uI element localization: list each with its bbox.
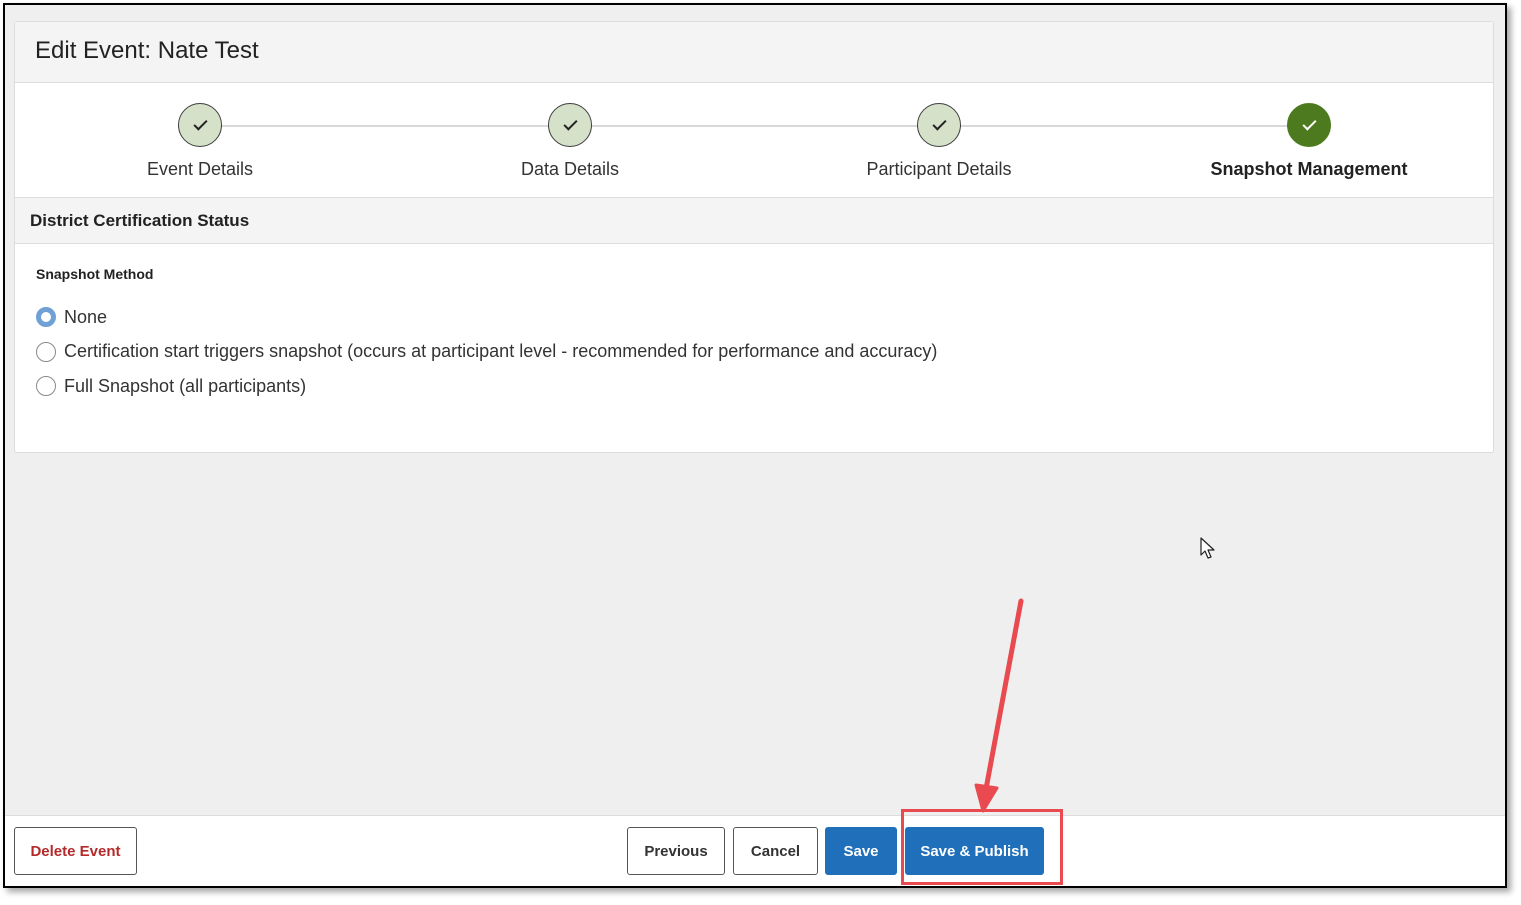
- section-title: District Certification Status: [15, 198, 1493, 244]
- page-title: Edit Event: Nate Test: [15, 22, 1493, 83]
- save-and-publish-button[interactable]: Save & Publish: [905, 827, 1044, 875]
- step-participant-details[interactable]: Participant Details: [819, 103, 1059, 180]
- check-icon: [1301, 115, 1317, 131]
- check-icon: [192, 115, 208, 131]
- step-label: Participant Details: [866, 159, 1012, 179]
- step-active-circle: [1287, 103, 1331, 147]
- check-icon: [931, 115, 947, 131]
- step-event-details[interactable]: Event Details: [80, 103, 320, 180]
- step-label: Event Details: [146, 159, 254, 179]
- step-data-details[interactable]: Data Details: [450, 103, 690, 180]
- check-icon: [562, 115, 578, 131]
- cursor-arrow-icon: [1200, 537, 1215, 559]
- edit-event-card: Edit Event: Nate Test Event Details Data…: [14, 21, 1494, 453]
- stepper: Event Details Data Details Participant D…: [15, 83, 1493, 198]
- previous-button[interactable]: Previous: [627, 827, 725, 875]
- step-snapshot-management[interactable]: Snapshot Management: [1189, 103, 1429, 180]
- app-window: Edit Event: Nate Test Event Details Data…: [3, 3, 1507, 888]
- action-footer: Delete Event Previous Cancel Save Save &…: [5, 809, 1505, 886]
- radio-option-full-snapshot[interactable]: Full Snapshot (all participants): [36, 369, 1472, 404]
- radio-button[interactable]: [36, 376, 56, 397]
- stepper-connector: [200, 125, 1310, 127]
- radio-button[interactable]: [36, 341, 56, 362]
- radio-button-checked[interactable]: [36, 307, 56, 328]
- step-complete-circle: [178, 103, 222, 147]
- radio-option-none[interactable]: None: [36, 300, 1472, 335]
- delete-event-button[interactable]: Delete Event: [14, 827, 137, 875]
- snapshot-method-label: Snapshot Method: [36, 266, 154, 282]
- step-label: Snapshot Management: [1210, 159, 1408, 179]
- step-complete-circle: [917, 103, 961, 147]
- step-complete-circle: [548, 103, 592, 147]
- save-button[interactable]: Save: [825, 827, 897, 875]
- snapshot-method-group: Snapshot Method None Certification start…: [15, 244, 1493, 426]
- radio-label: Full Snapshot (all participants): [64, 375, 307, 396]
- radio-label: Certification start triggers snapshot (o…: [64, 341, 938, 362]
- radio-option-certification-start[interactable]: Certification start triggers snapshot (o…: [36, 335, 1472, 370]
- radio-label: None: [64, 306, 108, 327]
- cancel-button[interactable]: Cancel: [733, 827, 818, 875]
- step-label: Data Details: [520, 159, 620, 179]
